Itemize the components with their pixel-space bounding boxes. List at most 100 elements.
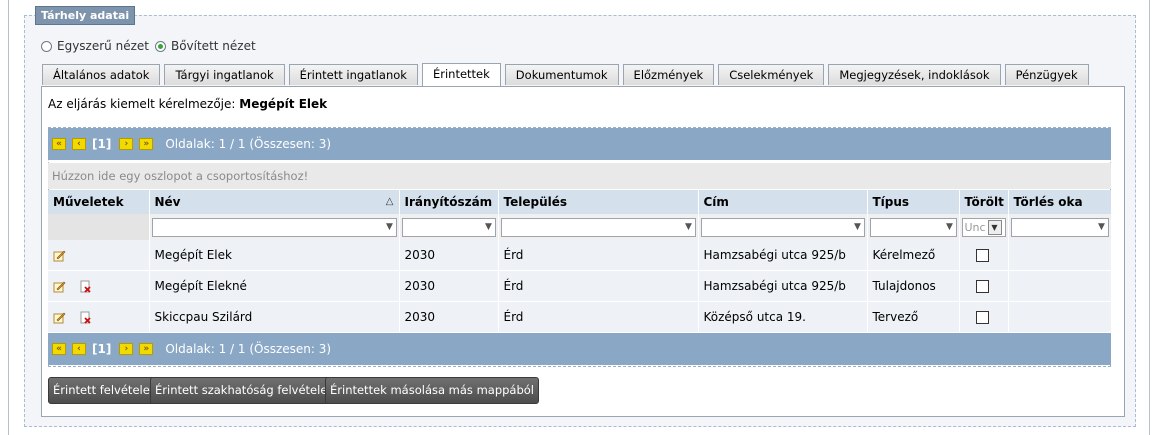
table-row: Skiccpau Szilárd 2030 Érd Középső utca 1… — [48, 301, 1112, 333]
col-delete-reason[interactable]: Törlés oka — [1008, 190, 1112, 214]
sort-asc-icon[interactable]: △ — [386, 196, 394, 207]
filter-name-cell: ▼ — [149, 214, 400, 240]
tab-finances[interactable]: Pénzügyek — [1004, 64, 1089, 85]
edit-icon[interactable] — [53, 249, 66, 262]
filter-deleted-cell: Unc ▼ — [959, 214, 1009, 240]
cell-type: Tulajdonos — [867, 270, 960, 302]
deleted-checkbox[interactable] — [975, 248, 989, 262]
filter-deleted-value: Unc — [964, 220, 986, 234]
last-page-button[interactable]: » — [139, 138, 154, 150]
cell-delete-reason — [1008, 240, 1112, 271]
edit-icon[interactable] — [53, 280, 66, 293]
col-name-label[interactable]: Név — [155, 195, 181, 209]
filter-city-cell: ▼ — [498, 214, 699, 240]
col-actions: Műveletek — [48, 190, 150, 214]
cell-deleted — [959, 240, 1009, 271]
filter-actions-cell — [48, 214, 150, 240]
cell-zip: 2030 — [399, 270, 499, 302]
outer-left-border — [8, 0, 9, 435]
filter-address-cell: ▼ — [698, 214, 868, 240]
filter-icon[interactable]: ▼ — [683, 219, 695, 236]
filter-reason-cell: ▼ — [1008, 214, 1112, 240]
row-actions — [48, 301, 150, 333]
view-mode-selector: Egyszerű nézet Bővített nézet — [41, 38, 262, 54]
current-page[interactable]: [1] — [92, 137, 111, 151]
tab-notes[interactable]: Megjegyzések, indoklások — [828, 64, 1001, 85]
filter-type-input[interactable] — [870, 218, 944, 236]
cell-address: Hamzsabégi utca 925/b — [698, 270, 868, 302]
cell-zip: 2030 — [399, 301, 499, 333]
edit-icon[interactable] — [53, 311, 66, 324]
col-address[interactable]: Cím — [698, 190, 868, 214]
applicant-name: Megépít Elek — [239, 97, 328, 111]
tab-affected-parties[interactable]: Érintettek — [421, 63, 501, 86]
col-type[interactable]: Típus — [867, 190, 960, 214]
filter-zip-cell: ▼ — [399, 214, 499, 240]
cell-zip: 2030 — [399, 240, 499, 271]
affected-table: Műveletek Név △ Irányítószám Település Cí… — [48, 190, 1112, 333]
filter-icon[interactable]: ▼ — [483, 219, 495, 236]
outer-right-border — [1149, 0, 1150, 435]
cell-name: Megépít Elekné — [149, 270, 400, 302]
filter-reason-input[interactable] — [1011, 218, 1096, 236]
add-affected-button[interactable]: Érintett felvétele — [48, 377, 155, 404]
cell-type: Tervező — [867, 301, 960, 333]
next-page-button[interactable]: › — [119, 138, 134, 150]
tab-affected-properties[interactable]: Érintett ingatlanok — [288, 64, 418, 85]
col-city[interactable]: Település — [498, 190, 699, 214]
tab-documents[interactable]: Dokumentumok — [504, 64, 619, 85]
tab-bar: Általános adatok Tárgyi ingatlanok Érint… — [42, 63, 1093, 86]
tab-general[interactable]: Általános adatok — [42, 64, 161, 85]
deleted-checkbox[interactable] — [975, 310, 989, 324]
current-page[interactable]: [1] — [92, 342, 111, 356]
simple-view-label[interactable]: Egyszerű nézet — [57, 39, 149, 53]
add-authority-button[interactable]: Érintett szakhatóság felvétele — [150, 377, 333, 404]
filter-icon[interactable]: ▼ — [944, 219, 956, 236]
table-header-row: Műveletek Név △ Irányítószám Település Cí… — [48, 190, 1112, 214]
applicant-label: Az eljárás kiemelt kérelmezője: — [48, 97, 236, 111]
cell-name: Megépít Elek — [149, 240, 400, 271]
tab-actions[interactable]: Cselekmények — [718, 64, 825, 85]
chevron-down-icon[interactable]: ▼ — [987, 219, 1002, 235]
extended-view-label[interactable]: Bővített nézet — [171, 39, 256, 53]
deleted-checkbox[interactable] — [975, 279, 989, 293]
cell-address: Középső utca 19. — [698, 301, 868, 333]
filter-icon[interactable]: ▼ — [852, 219, 864, 236]
row-actions — [48, 270, 150, 302]
cell-city: Érd — [498, 301, 699, 333]
filter-name-input[interactable] — [152, 218, 384, 236]
filter-row: ▼ ▼ ▼ ▼ ▼ Unc ▼ ▼ — [48, 214, 1112, 240]
applicant-line: Az eljárás kiemelt kérelmezője: Megépít … — [48, 97, 327, 111]
delete-icon[interactable] — [79, 280, 92, 293]
copy-affected-button[interactable]: Érintettek másolása más mappából — [325, 377, 540, 404]
delete-icon[interactable] — [79, 311, 92, 324]
filter-icon[interactable]: ▼ — [384, 219, 396, 236]
cell-delete-reason — [1008, 301, 1112, 333]
simple-view-radio[interactable] — [41, 40, 52, 52]
cell-deleted — [959, 270, 1009, 302]
row-actions — [48, 240, 150, 271]
pager-bottom: « ‹ [1] › » Oldalak: 1 / 1 (Összesen: 3) — [48, 333, 1111, 365]
first-page-button[interactable]: « — [52, 138, 66, 150]
filter-icon[interactable]: ▼ — [1096, 219, 1108, 236]
prev-page-button[interactable]: ‹ — [72, 138, 86, 150]
fieldset-legend: Tárhely adatai — [35, 6, 136, 25]
col-deleted[interactable]: Törölt — [959, 190, 1009, 214]
last-page-button[interactable]: » — [139, 343, 154, 355]
pager-top: « ‹ [1] › » Oldalak: 1 / 1 (Összesen: 3) — [48, 128, 1111, 160]
tab-subject-properties[interactable]: Tárgyi ingatlanok — [164, 64, 285, 85]
filter-deleted-select[interactable]: Unc ▼ — [961, 217, 1006, 237]
tab-history[interactable]: Előzmények — [622, 64, 715, 85]
filter-address-input[interactable] — [701, 218, 852, 236]
next-page-button[interactable]: › — [119, 343, 134, 355]
first-page-button[interactable]: « — [52, 343, 66, 355]
col-name[interactable]: Név △ — [149, 190, 400, 214]
extended-view-radio[interactable] — [154, 40, 166, 52]
filter-zip-input[interactable] — [402, 218, 483, 236]
prev-page-button[interactable]: ‹ — [72, 343, 86, 355]
group-by-dropzone[interactable]: Húzzon ide egy oszlopot a csoportosításh… — [48, 163, 1111, 189]
page-info: Oldalak: 1 / 1 (Összesen: 3) — [165, 137, 332, 151]
filter-city-input[interactable] — [501, 218, 683, 236]
table-row: Megépít Elek 2030 Érd Hamzsabégi utca 92… — [48, 240, 1112, 271]
col-zip[interactable]: Irányítószám — [399, 190, 499, 214]
